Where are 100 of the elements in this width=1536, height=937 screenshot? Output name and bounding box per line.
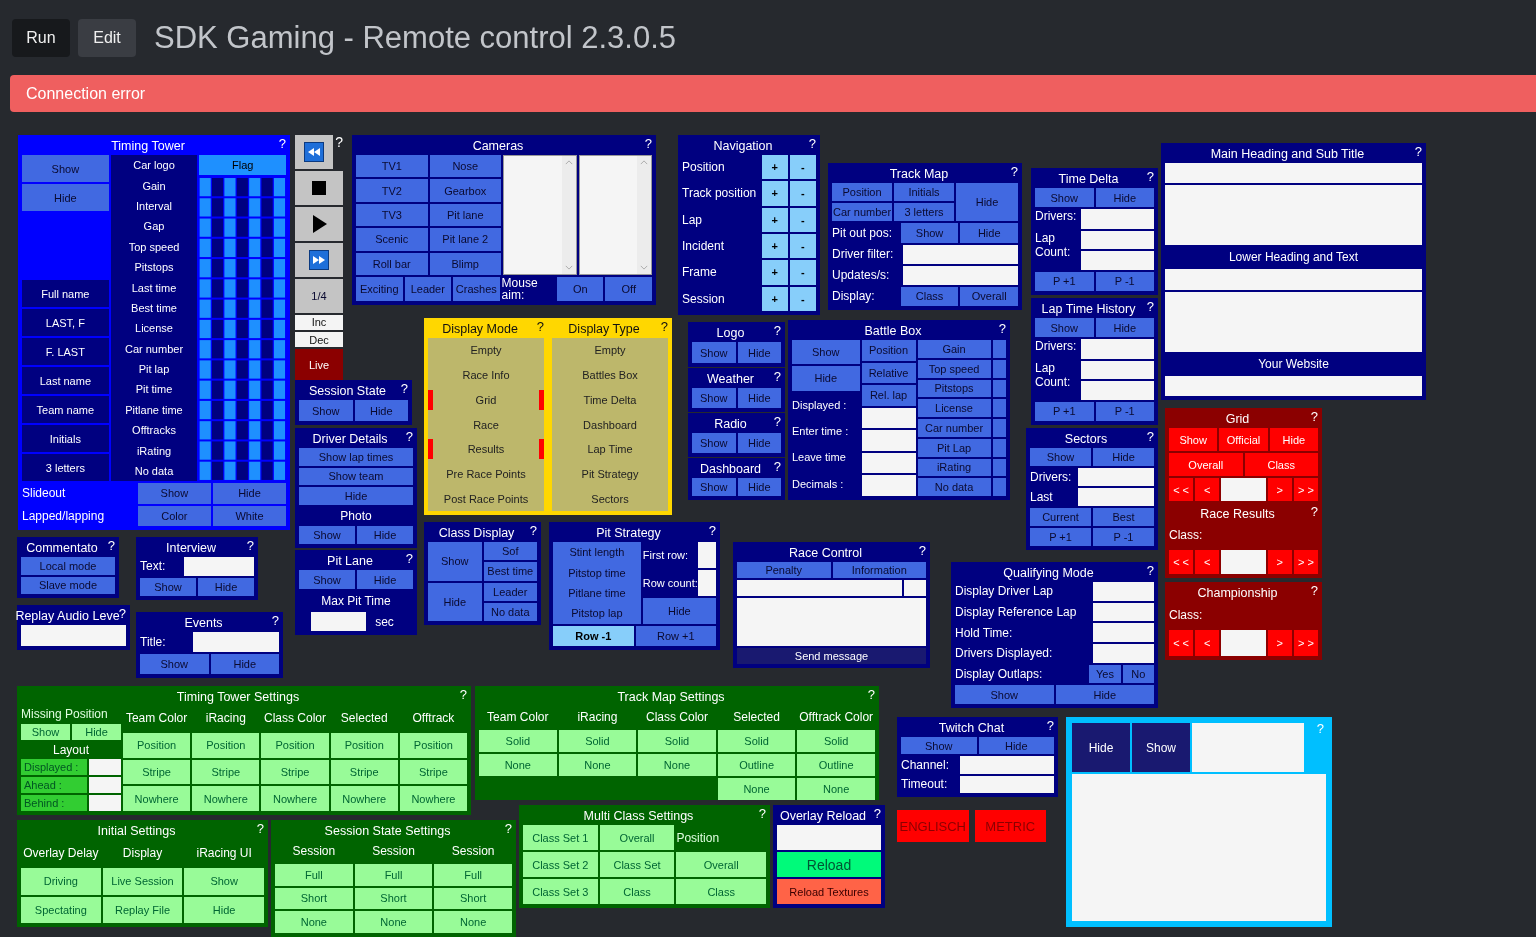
option-button[interactable]: Grid [428, 387, 544, 413]
panel-button[interactable]: Overall [1169, 453, 1243, 476]
panel-button[interactable]: Hide [978, 737, 1054, 755]
panel-button[interactable]: Class [1244, 453, 1318, 476]
help-mark[interactable]: ? [808, 136, 816, 151]
panel-button[interactable]: > > [1293, 478, 1318, 501]
panel-button[interactable]: Penalty [737, 562, 831, 578]
input-field[interactable] [1093, 623, 1154, 642]
input-field[interactable] [1165, 375, 1422, 396]
input-field[interactable] [737, 580, 902, 596]
option-button[interactable]: Dashboard [552, 412, 668, 437]
panel-button[interactable]: Dec [295, 332, 343, 348]
panel-button[interactable]: P -1 [1095, 401, 1154, 421]
panel-button[interactable]: None [354, 911, 433, 933]
panel-button[interactable]: Show [901, 737, 977, 755]
panel-button[interactable]: Show [792, 340, 860, 365]
panel-button[interactable]: Relative [861, 362, 916, 384]
panel-button[interactable]: TV3 [356, 203, 428, 227]
panel-button[interactable]: Outline [797, 754, 875, 776]
panel-button[interactable]: No data [917, 478, 991, 496]
list-box[interactable] [503, 155, 577, 275]
panel-button[interactable]: > > [1293, 549, 1318, 574]
help-mark[interactable]: ? [1046, 718, 1054, 733]
input-field[interactable] [959, 775, 1054, 793]
input-field[interactable] [1080, 251, 1154, 270]
panel-button[interactable]: Hide [1093, 448, 1154, 466]
panel-button[interactable]: + [761, 260, 788, 285]
input-field[interactable] [311, 612, 366, 631]
panel-button[interactable]: Hide [357, 570, 413, 589]
help-mark[interactable]: ? [529, 523, 537, 538]
panel-button[interactable]: Class Set 1 [523, 825, 598, 850]
text-area[interactable] [1165, 291, 1422, 352]
panel-button[interactable]: Stripe [399, 759, 467, 785]
panel-button[interactable]: License [917, 399, 991, 417]
help-mark[interactable]: ? [773, 323, 781, 338]
panel-button[interactable]: Hide [1095, 318, 1154, 338]
panel-button[interactable]: None [558, 754, 637, 776]
panel-button[interactable]: Solid [638, 730, 716, 752]
help-mark[interactable]: ? [400, 381, 408, 396]
help-mark[interactable]: ? [998, 321, 1006, 336]
panel-button[interactable]: White [212, 505, 286, 526]
panel-button[interactable]: Position [399, 732, 467, 758]
panel-button[interactable]: Nowhere [123, 786, 191, 811]
panel-button[interactable]: Rel. lap [861, 385, 916, 406]
panel-button[interactable]: Show [1030, 448, 1091, 466]
panel-button[interactable]: > [1267, 630, 1292, 656]
input-field[interactable] [904, 580, 926, 596]
panel-button[interactable]: Stint length [553, 542, 641, 563]
panel-button[interactable]: - [789, 234, 816, 259]
panel-button[interactable]: Best [1093, 508, 1154, 526]
panel-button[interactable]: Stripe [123, 759, 191, 785]
panel-button[interactable]: Stripe [261, 759, 329, 785]
panel-button[interactable]: No data [483, 602, 537, 621]
panel-button[interactable]: Show [299, 400, 353, 421]
panel-button[interactable]: 1/4 [295, 278, 343, 313]
panel-button[interactable]: Driving [21, 868, 101, 895]
input-field[interactable] [1077, 468, 1154, 486]
input-field[interactable] [1093, 602, 1154, 622]
panel-button[interactable]: Nowhere [261, 786, 329, 811]
panel-button[interactable]: Car number [832, 203, 892, 222]
help-mark[interactable]: ? [246, 538, 254, 553]
panel-button[interactable]: Hide [642, 597, 716, 624]
square-button[interactable] [992, 438, 1006, 457]
panel-button[interactable]: Show [140, 654, 209, 674]
panel-button[interactable]: Solid [558, 730, 637, 752]
panel-button[interactable]: Show [692, 433, 736, 453]
square-button[interactable] [992, 359, 1006, 378]
panel-button[interactable]: - [789, 207, 816, 232]
panel-button[interactable]: Hide [184, 896, 264, 923]
input-field[interactable] [861, 430, 916, 451]
panel-button[interactable]: Short [275, 887, 353, 910]
help-mark[interactable]: ? [1146, 169, 1154, 184]
list-box[interactable] [578, 155, 652, 275]
option-button[interactable]: Time Delta [552, 387, 668, 413]
panel-button[interactable]: Best time [483, 562, 537, 581]
option-button[interactable]: Empty [428, 338, 544, 363]
panel-button[interactable]: None [275, 911, 353, 933]
panel-button[interactable]: Full [354, 863, 433, 886]
panel-button[interactable]: Information [832, 562, 926, 578]
panel-button[interactable]: Gearbox [429, 179, 501, 202]
panel-button[interactable]: TV1 [356, 155, 428, 178]
panel-button[interactable]: Blimp [429, 252, 501, 276]
panel-button[interactable]: Overall [676, 852, 766, 877]
panel-button[interactable]: None [638, 754, 716, 776]
panel-button[interactable]: Hide [212, 483, 286, 504]
panel-button[interactable]: P -1 [1093, 528, 1154, 546]
panel-button[interactable]: Initials [22, 425, 109, 453]
help-mark[interactable]: ? [867, 687, 875, 702]
panel-button[interactable]: Pit lane [429, 203, 501, 227]
input-field[interactable] [89, 795, 121, 811]
option-button[interactable]: Post Race Points [428, 486, 544, 512]
panel-button[interactable]: Show [1035, 188, 1094, 208]
panel-button[interactable]: Show [22, 155, 109, 182]
panel-button[interactable]: Nowhere [399, 786, 467, 811]
panel-button[interactable]: Stripe [330, 759, 398, 785]
input-field[interactable] [1093, 644, 1154, 663]
panel-button[interactable]: Show [1169, 428, 1218, 451]
panel-button[interactable]: Solid [479, 730, 557, 752]
chevron-up-icon[interactable] [564, 160, 573, 165]
panel-button[interactable]: Exciting [356, 277, 403, 301]
